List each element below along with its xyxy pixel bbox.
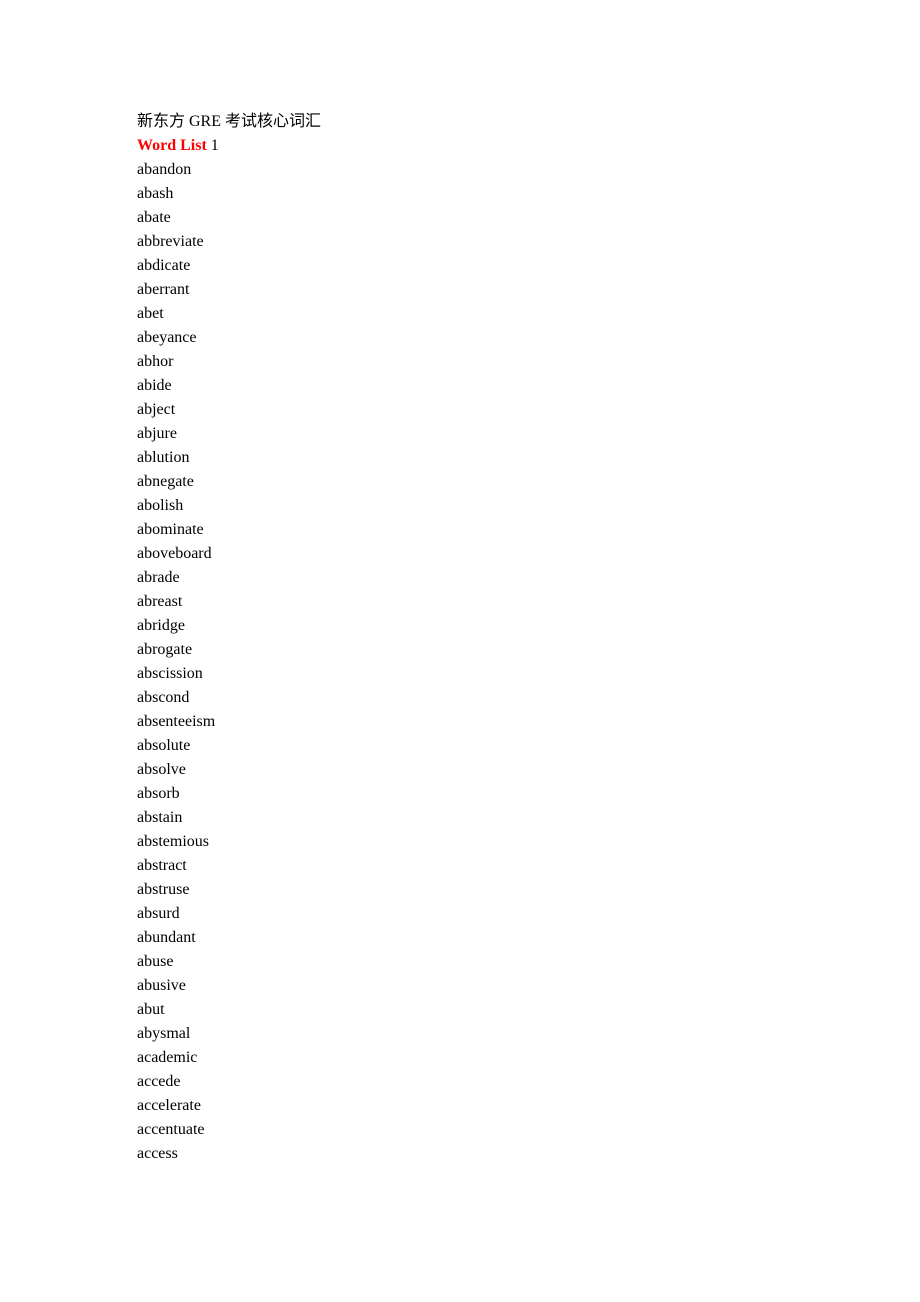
vocabulary-word: ablution [137, 449, 190, 466]
vocabulary-word: abnegate [137, 473, 194, 490]
vocabulary-word: abjure [137, 425, 177, 442]
document-body: 新东方 GRE 考试核心词汇 Word List 1 abandon abash a… [137, 110, 797, 1166]
vocabulary-word: abate [137, 209, 171, 226]
vocabulary-word: abstruse [137, 881, 190, 898]
word-list-number: 1 [207, 137, 219, 154]
vocabulary-word: abridge [137, 617, 185, 634]
word-list-label: Word List [137, 137, 207, 154]
document-title: 新东方 GRE 考试核心词汇 [137, 113, 322, 130]
word-list-heading: Word List 1 [137, 134, 797, 158]
vocabulary-word: abominate [137, 521, 204, 538]
vocabulary-word: absorb [137, 785, 180, 802]
vocabulary-word: accentuate [137, 1121, 205, 1138]
vocabulary-word: aboveboard [137, 545, 212, 562]
vocabulary-word: abandon [137, 161, 192, 178]
vocabulary-word: abusive [137, 977, 186, 994]
vocabulary-word: abdicate [137, 257, 191, 274]
vocabulary-word: abstract [137, 857, 187, 874]
vocabulary-word: abstemious [137, 833, 209, 850]
word-list-number-value: 1 [210, 137, 219, 154]
vocabulary-word: abeyance [137, 329, 197, 346]
vocabulary-word: abrogate [137, 641, 193, 658]
vocabulary-word: abash [137, 185, 174, 202]
vocabulary-word: abbreviate [137, 233, 204, 250]
vocabulary-word: abhor [137, 353, 174, 370]
vocabulary-word: academic [137, 1049, 198, 1066]
vocabulary-word: accede [137, 1073, 181, 1090]
vocabulary-word: abut [137, 1001, 165, 1018]
vocabulary-word: abundant [137, 929, 196, 946]
vocabulary-word: access [137, 1145, 178, 1162]
vocabulary-word: abrade [137, 569, 180, 586]
vocabulary-word: abreast [137, 593, 183, 610]
vocabulary-word: abscond [137, 689, 190, 706]
vocabulary-word: abscission [137, 665, 203, 682]
vocabulary-word: absenteeism [137, 713, 216, 730]
vocabulary-word: abuse [137, 953, 174, 970]
vocabulary-word: absolve [137, 761, 186, 778]
vocabulary-word: abject [137, 401, 176, 418]
vocabulary-word: absurd [137, 905, 180, 922]
vocabulary-word: abolish [137, 497, 184, 514]
vocabulary-word: abide [137, 377, 172, 394]
vocabulary-word: abysmal [137, 1025, 191, 1042]
vocabulary-word: abstain [137, 809, 183, 826]
vocabulary-word: aberrant [137, 281, 190, 298]
vocabulary-list: abandon abash abate abbreviate abdicate aberr… [137, 158, 797, 1166]
vocabulary-word: abet [137, 305, 164, 322]
vocabulary-word: absolute [137, 737, 191, 754]
vocabulary-word: accelerate [137, 1097, 201, 1114]
document-page: 新东方 GRE 考试核心词汇 Word List 1 abandon abash a… [0, 0, 920, 1302]
